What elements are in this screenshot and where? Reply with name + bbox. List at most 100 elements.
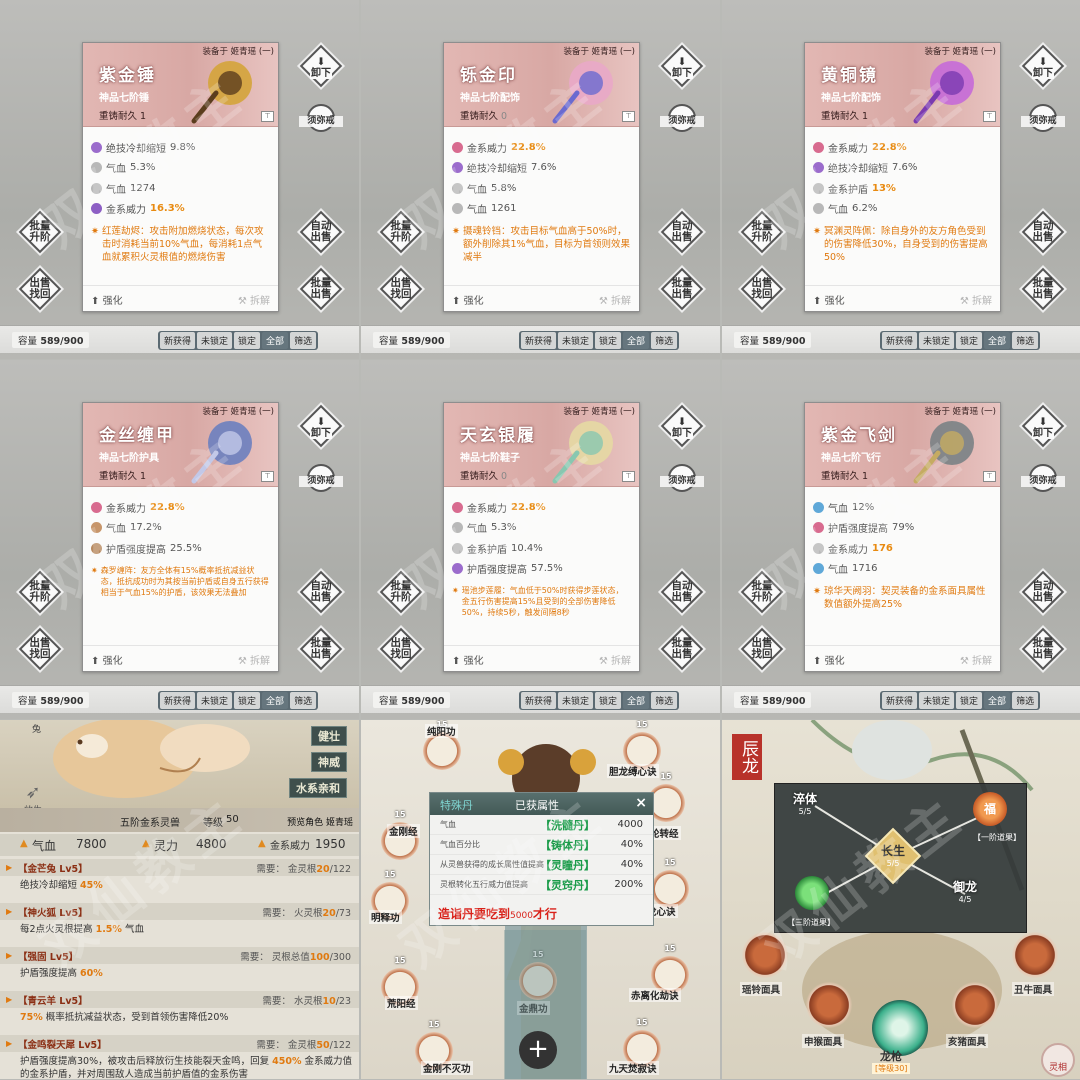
special-dan-tab[interactable]: 特殊丹 bbox=[440, 797, 473, 813]
filter-tab[interactable]: 新获得 bbox=[882, 692, 918, 709]
ring-button[interactable]: 须弥戒 bbox=[660, 100, 704, 144]
spirit-aspect-button[interactable]: 灵相 bbox=[1041, 1043, 1075, 1077]
filter-tab[interactable]: 新获得 bbox=[160, 692, 196, 709]
filter-tab[interactable]: 未锁定 bbox=[197, 332, 233, 349]
filter-tab[interactable]: 筛选 bbox=[651, 332, 678, 349]
sell-retrieve-button[interactable]: 出售找回 bbox=[379, 267, 423, 311]
auto-sell-button[interactable]: 自动出售 bbox=[1021, 210, 1065, 254]
close-icon[interactable]: × bbox=[635, 795, 647, 811]
unequip-button[interactable]: ⬇ bbox=[299, 404, 343, 448]
strengthen-button[interactable]: ⬆ 强化 bbox=[813, 292, 845, 307]
strengthen-button[interactable]: ⬆ 强化 bbox=[91, 652, 123, 667]
preview-character-button[interactable]: 预览角色 姬青瑶 bbox=[287, 815, 353, 828]
lock-icon[interactable]: ⊤ bbox=[983, 111, 996, 122]
dao-node-cuiti[interactable]: 淬体 5/5 bbox=[793, 790, 817, 816]
batch-sell-button[interactable]: 批量出售 bbox=[299, 627, 343, 671]
batch-sell-button[interactable]: 批量出售 bbox=[1021, 627, 1065, 671]
pet-skill[interactable]: ▶ 【神火狐 Lv5】 需要： 火灵根20/73 每2点火灵根提高 1.5% 气血 bbox=[0, 903, 359, 936]
mask-item[interactable] bbox=[806, 982, 852, 1028]
batch-upgrade-button[interactable]: 批量升阶 bbox=[740, 210, 784, 254]
ring-button[interactable]: 须弥戒 bbox=[660, 460, 704, 504]
filter-tab[interactable]: 未锁定 bbox=[558, 332, 594, 349]
ring-button[interactable]: 须弥戒 bbox=[299, 100, 343, 144]
sell-retrieve-button[interactable]: 出售找回 bbox=[18, 267, 62, 311]
filter-tab[interactable]: 锁定 bbox=[595, 692, 622, 709]
filter-tab[interactable]: 锁定 bbox=[234, 692, 261, 709]
filter-tab[interactable]: 筛选 bbox=[1012, 692, 1039, 709]
pet-trait-tag[interactable]: 水系亲和 bbox=[289, 778, 347, 798]
lock-icon[interactable]: ⊤ bbox=[622, 111, 635, 122]
batch-upgrade-button[interactable]: 批量升阶 bbox=[18, 210, 62, 254]
filter-tab[interactable]: 锁定 bbox=[234, 332, 261, 349]
add-button[interactable]: + bbox=[519, 1031, 557, 1069]
auto-sell-button[interactable]: 自动出售 bbox=[299, 210, 343, 254]
technique-node[interactable]: 15 bbox=[651, 858, 689, 908]
tier1-dao-fruit[interactable]: 福 bbox=[973, 792, 1007, 826]
filter-tab[interactable]: 新获得 bbox=[521, 332, 557, 349]
mask-item[interactable] bbox=[952, 982, 998, 1028]
dismantle-button[interactable]: ⚒ 拆解 bbox=[599, 652, 631, 667]
batch-upgrade-button[interactable]: 批量升阶 bbox=[740, 570, 784, 614]
pet-skill[interactable]: ▶ 【强固 Lv5】 需要： 灵根总值100/300 护盾强度提高 60% bbox=[0, 947, 359, 980]
dismantle-button[interactable]: ⚒ 拆解 bbox=[238, 292, 270, 307]
ring-button[interactable]: 须弥戒 bbox=[1021, 100, 1065, 144]
auto-sell-button[interactable]: 自动出售 bbox=[660, 570, 704, 614]
filter-tab[interactable]: 锁定 bbox=[956, 332, 983, 349]
sell-retrieve-button[interactable]: 出售找回 bbox=[740, 267, 784, 311]
strengthen-button[interactable]: ⬆ 强化 bbox=[452, 292, 484, 307]
filter-tab[interactable]: 全部 bbox=[262, 692, 289, 709]
sell-retrieve-button[interactable]: 出售找回 bbox=[379, 627, 423, 671]
strengthen-button[interactable]: ⬆ 强化 bbox=[452, 652, 484, 667]
filter-tab[interactable]: 未锁定 bbox=[197, 692, 233, 709]
filter-tab[interactable]: 全部 bbox=[984, 332, 1011, 349]
ring-button[interactable]: 须弥戒 bbox=[299, 460, 343, 504]
dismantle-button[interactable]: ⚒ 拆解 bbox=[960, 652, 992, 667]
pet-trait-tag[interactable]: 健壮 bbox=[311, 726, 347, 746]
filter-tab[interactable]: 筛选 bbox=[290, 692, 317, 709]
tier3-dao-fruit[interactable] bbox=[795, 876, 829, 910]
filter-tab[interactable]: 锁定 bbox=[956, 692, 983, 709]
dao-node-yulong[interactable]: 御龙 4/5 bbox=[953, 878, 977, 904]
batch-sell-button[interactable]: 批量出售 bbox=[299, 267, 343, 311]
filter-tab[interactable]: 新获得 bbox=[160, 332, 196, 349]
auto-sell-button[interactable]: 自动出售 bbox=[299, 570, 343, 614]
unequip-button[interactable]: ⬇ bbox=[660, 404, 704, 448]
filter-tab[interactable]: 全部 bbox=[623, 692, 650, 709]
lock-icon[interactable]: ⊤ bbox=[622, 471, 635, 482]
mask-item[interactable] bbox=[1012, 932, 1058, 978]
unequip-button[interactable]: ⬇ bbox=[299, 44, 343, 88]
pet-skill[interactable]: ▶ 【金芒兔 Lv5】 需要： 金灵根20/122 绝技冷却缩短 45% bbox=[0, 859, 359, 892]
dismantle-button[interactable]: ⚒ 拆解 bbox=[599, 292, 631, 307]
batch-sell-button[interactable]: 批量出售 bbox=[1021, 267, 1065, 311]
auto-sell-button[interactable]: 自动出售 bbox=[1021, 570, 1065, 614]
filter-tab[interactable]: 筛选 bbox=[1012, 332, 1039, 349]
dismantle-button[interactable]: ⚒ 拆解 bbox=[238, 652, 270, 667]
lock-icon[interactable]: ⊤ bbox=[261, 111, 274, 122]
batch-upgrade-button[interactable]: 批量升阶 bbox=[18, 570, 62, 614]
filter-tab[interactable]: 新获得 bbox=[882, 332, 918, 349]
filter-tab[interactable]: 全部 bbox=[623, 332, 650, 349]
mask-item[interactable] bbox=[742, 932, 788, 978]
sell-retrieve-button[interactable]: 出售找回 bbox=[18, 627, 62, 671]
batch-sell-button[interactable]: 批量出售 bbox=[660, 267, 704, 311]
lock-icon[interactable]: ⊤ bbox=[261, 471, 274, 482]
auto-sell-button[interactable]: 自动出售 bbox=[660, 210, 704, 254]
unequip-button[interactable]: ⬇ bbox=[1021, 404, 1065, 448]
filter-tab[interactable]: 全部 bbox=[262, 332, 289, 349]
strengthen-button[interactable]: ⬆ 强化 bbox=[813, 652, 845, 667]
filter-tab[interactable]: 新获得 bbox=[521, 692, 557, 709]
strengthen-button[interactable]: ⬆ 强化 bbox=[91, 292, 123, 307]
filter-tab[interactable]: 未锁定 bbox=[919, 692, 955, 709]
filter-tab[interactable]: 全部 bbox=[984, 692, 1011, 709]
sell-retrieve-button[interactable]: 出售找回 bbox=[740, 627, 784, 671]
unequip-button[interactable]: ⬇ bbox=[1021, 44, 1065, 88]
pet-skill[interactable]: ▶ 【青云羊 Lv5】 需要： 水灵根10/23 75% 概率抵抗减益状态，受到首… bbox=[0, 991, 359, 1024]
batch-upgrade-button[interactable]: 批量升阶 bbox=[379, 570, 423, 614]
dismantle-button[interactable]: ⚒ 拆解 bbox=[960, 292, 992, 307]
filter-tab[interactable]: 筛选 bbox=[290, 332, 317, 349]
filter-tab[interactable]: 筛选 bbox=[651, 692, 678, 709]
filter-tab[interactable]: 未锁定 bbox=[919, 332, 955, 349]
ring-button[interactable]: 须弥戒 bbox=[1021, 460, 1065, 504]
pet-trait-tag[interactable]: 神威 bbox=[311, 752, 347, 772]
batch-sell-button[interactable]: 批量出售 bbox=[660, 627, 704, 671]
